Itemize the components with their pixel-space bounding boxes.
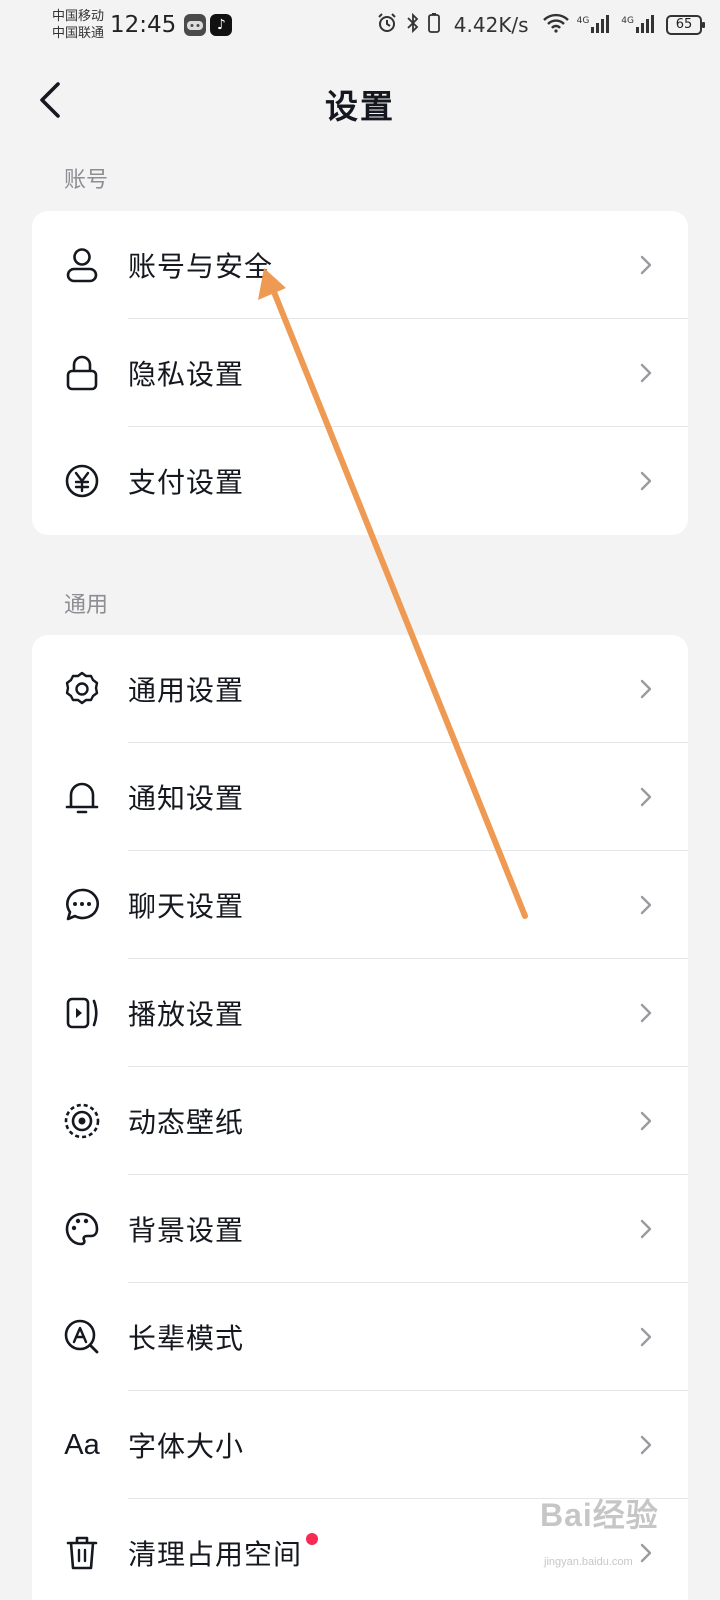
status-bar: 中国移动 中国联通 12:45 ♪ 4.42K/s 4G 4G 65 [0, 0, 720, 50]
row-label: 通用设置 [128, 674, 245, 707]
settings-row-elder-mode[interactable]: 长辈模式 [32, 1283, 688, 1391]
nav-bar: 设置 [0, 62, 720, 142]
row-label: 长辈模式 [128, 1322, 245, 1355]
chevron-right-icon [634, 893, 658, 917]
gear-icon [62, 669, 102, 709]
settings-row-background[interactable]: 背景设置 [32, 1175, 688, 1283]
network-speed: 4.42K/s [453, 13, 529, 37]
row-label: 动态壁纸 [128, 1106, 245, 1139]
chevron-right-icon [634, 1001, 658, 1025]
dynamic-wallpaper-icon [62, 1101, 102, 1141]
chevron-right-icon [634, 1217, 658, 1241]
tiktok-app-icon: ♪ [210, 14, 233, 36]
settings-row-account-security[interactable]: 账号与安全 [32, 211, 688, 319]
lock-icon [62, 353, 102, 393]
carrier-2: 中国联通 [52, 26, 105, 41]
baidu-watermark: Bai经验 jingyan.baidu.com [540, 1490, 710, 1580]
status-indicators: 4.42K/s 4G 4G 65 [376, 12, 705, 38]
elder-mode-icon [62, 1317, 102, 1357]
chevron-right-icon [634, 1109, 658, 1133]
row-label: 背景设置 [128, 1214, 245, 1247]
section-label-general: 通用 [64, 593, 109, 618]
row-label: 账号与安全 [128, 250, 274, 283]
row-label: 清理占用空间 [128, 1533, 319, 1573]
watermark-sub: jingyan.baidu.com [544, 1556, 633, 1568]
chat-bubble-icon [62, 885, 102, 925]
settings-row-privacy[interactable]: 隐私设置 [32, 319, 688, 427]
person-icon [62, 245, 102, 285]
settings-row-chat[interactable]: 聊天设置 [32, 851, 688, 959]
settings-row-dynamic-wallpaper[interactable]: 动态壁纸 [32, 1067, 688, 1175]
font-size-icon: Aa [64, 1428, 100, 1461]
chevron-right-icon [634, 1433, 658, 1457]
watermark-text: Bai经验 [540, 1497, 659, 1533]
clock: 12:45 [110, 12, 177, 38]
settings-row-general[interactable]: 通用设置 [32, 635, 688, 743]
cell-signal-icon-2 [636, 13, 658, 37]
chevron-right-icon [634, 677, 658, 701]
row-label: 聊天设置 [128, 890, 245, 923]
bluetooth-icon [406, 12, 420, 38]
vibrate-battery-icon [427, 13, 440, 37]
settings-row-font-size[interactable]: Aa 字体大小 [32, 1391, 688, 1499]
alarm-icon [376, 12, 398, 38]
settings-row-playback[interactable]: 播放设置 [32, 959, 688, 1067]
row-label: 通知设置 [128, 782, 245, 815]
chevron-right-icon [634, 253, 658, 277]
play-screen-icon [62, 993, 102, 1033]
palette-icon [62, 1209, 102, 1249]
section-label-account: 账号 [64, 168, 109, 193]
red-dot-badge [306, 1533, 319, 1545]
settings-row-payment[interactable]: 支付设置 [32, 427, 688, 535]
battery-indicator: 65 [666, 15, 705, 35]
row-label: 字体大小 [128, 1430, 245, 1463]
wifi-icon [542, 13, 569, 37]
carrier-names: 中国移动 中国联通 [52, 8, 104, 42]
chevron-right-icon [634, 1325, 658, 1349]
general-card: 通用设置 通知设置 聊天设置 播放设置 动态壁纸 背景设置 长辈模式 Aa 字体… [32, 635, 688, 1600]
signal-tag-1: 4G [576, 16, 590, 26]
trash-icon [62, 1533, 102, 1573]
signal-tag-2: 4G [621, 16, 634, 26]
row-label-text: 清理占用空间 [128, 1538, 303, 1571]
row-label: 播放设置 [128, 998, 245, 1031]
page-title: 设置 [325, 87, 395, 126]
carrier-1: 中国移动 [52, 9, 105, 24]
cell-signal-icon-1 [591, 13, 613, 37]
chevron-right-icon [634, 469, 658, 493]
bell-icon [62, 777, 102, 817]
yen-icon [62, 461, 102, 501]
row-label: 支付设置 [128, 466, 245, 499]
game-app-icon [184, 14, 207, 36]
row-label: 隐私设置 [128, 358, 245, 391]
account-card: 账号与安全 隐私设置 支付设置 [32, 211, 688, 535]
settings-row-notification[interactable]: 通知设置 [32, 743, 688, 851]
chevron-right-icon [634, 361, 658, 385]
chevron-right-icon [634, 785, 658, 809]
